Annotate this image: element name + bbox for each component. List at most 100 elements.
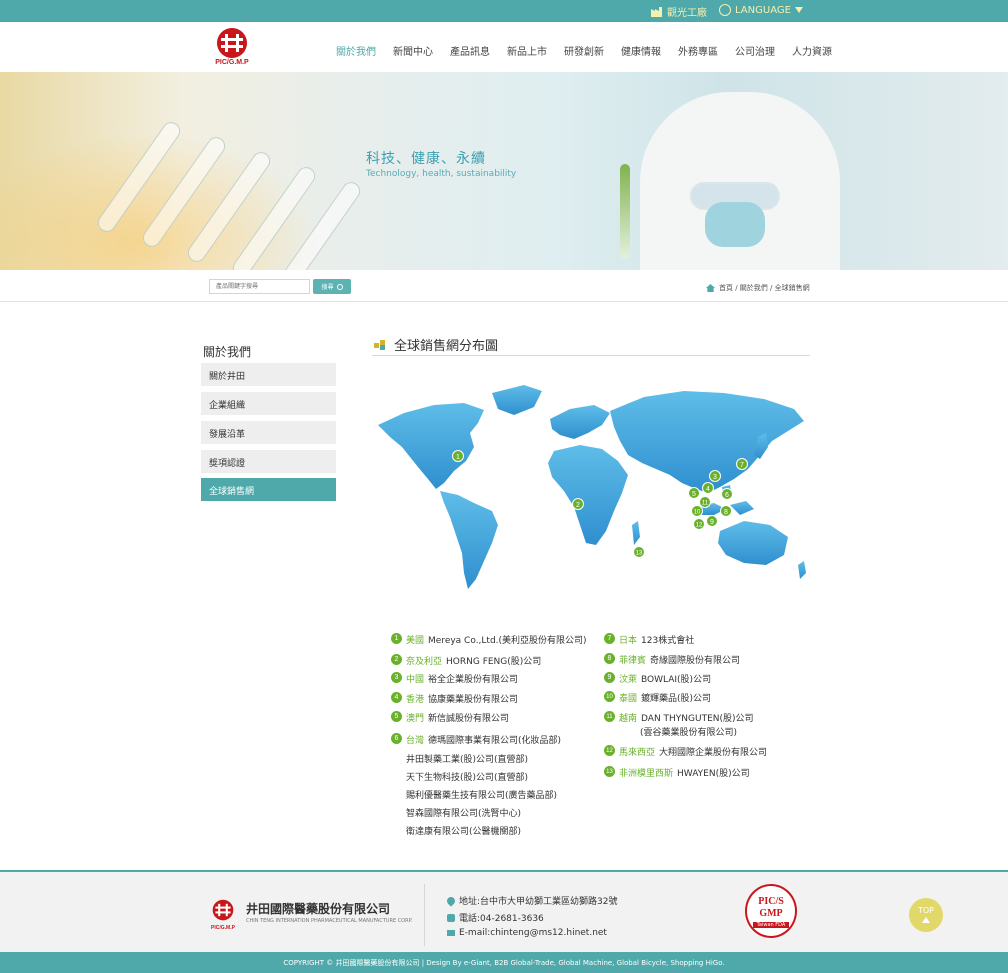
nav-external[interactable]: 外務專區 bbox=[678, 43, 718, 58]
list-number-badge: 7 bbox=[604, 633, 615, 644]
list-number-badge: 12 bbox=[604, 745, 615, 756]
nav-products[interactable]: 產品訊息 bbox=[450, 43, 490, 58]
svg-text:9: 9 bbox=[710, 519, 714, 526]
company-label: Mereya Co.,Ltd.(美利亞股份有限公司) bbox=[428, 636, 587, 646]
nav-rnd[interactable]: 研發創新 bbox=[564, 43, 604, 58]
company-label: 裕全企業股份有限公司 bbox=[428, 675, 519, 685]
map-marker-1[interactable]: 1 bbox=[452, 450, 464, 462]
map-landmasses bbox=[378, 385, 806, 589]
footer-divider bbox=[424, 884, 425, 946]
sidebar-item-awards[interactable]: 獎項認證 bbox=[201, 450, 336, 473]
country-label: 馬來西亞 bbox=[619, 748, 656, 758]
distributor-item: 9 汶萊 BOWLAI(股)公司 bbox=[604, 672, 711, 685]
svg-text:2: 2 bbox=[576, 502, 580, 509]
svg-text:3: 3 bbox=[713, 474, 717, 481]
nav-governance[interactable]: 公司治理 bbox=[735, 43, 775, 58]
map-marker-4[interactable]: 4 bbox=[702, 482, 714, 494]
badge-line-2: GMP bbox=[759, 908, 783, 919]
distributor-item: 4 香港 協康藥業股份有限公司 bbox=[391, 692, 518, 705]
company-label: DAN THYNGUTEN(股)公司 bbox=[641, 714, 754, 724]
tour-factory-link[interactable]: 觀光工廠 bbox=[651, 4, 707, 19]
mail-icon bbox=[447, 930, 455, 936]
map-marker-2[interactable]: 2 bbox=[572, 498, 584, 510]
taiwan-company: 天下生物科技(股)公司(直營部) bbox=[406, 773, 529, 783]
back-to-top-button[interactable]: TOP bbox=[909, 898, 943, 932]
nav-news[interactable]: 新聞中心 bbox=[393, 43, 433, 58]
map-marker-13[interactable]: 13 bbox=[633, 546, 645, 558]
svg-text:5: 5 bbox=[692, 491, 696, 498]
map-marker-10[interactable]: 10 bbox=[691, 505, 703, 517]
company-label: HWAYEN(股)公司 bbox=[677, 769, 750, 779]
list-number-badge: 10 bbox=[604, 691, 615, 702]
mask-image bbox=[705, 202, 765, 247]
footer-address: 地址:台中市大甲幼獅工業區幼獅路32號 bbox=[445, 894, 618, 907]
nav-new-products[interactable]: 新品上市 bbox=[507, 43, 547, 58]
phone-icon bbox=[447, 913, 455, 922]
map-marker-11[interactable]: 11 bbox=[699, 496, 711, 508]
back-to-top-label: TOP bbox=[917, 906, 934, 915]
content-heading: 全球銷售網分布圖 bbox=[374, 335, 498, 354]
map-marker-6[interactable]: 6 bbox=[721, 488, 733, 500]
pics-gmp-badge: PIC/S GMP Taiwan FDA bbox=[745, 884, 797, 938]
list-number-badge: 5 bbox=[391, 711, 402, 722]
map-marker-3[interactable]: 3 bbox=[709, 470, 721, 482]
footer-logo-text: PIC/G.M.P bbox=[211, 925, 235, 931]
svg-text:11: 11 bbox=[702, 501, 709, 507]
page-title: 全球銷售網分布圖 bbox=[394, 339, 499, 354]
country-label: 奈及利亞 bbox=[406, 657, 443, 667]
taiwan-company: 智森國際有限公司(洗腎中心) bbox=[406, 809, 522, 819]
phone-text[interactable]: 電話:04-2681-3636 bbox=[459, 911, 544, 924]
map-marker-7[interactable]: 7 bbox=[736, 458, 748, 470]
footer-logo[interactable]: PIC/G.M.P bbox=[209, 899, 237, 931]
company-label-continued: (雲谷藥業股份有限公司) bbox=[640, 728, 738, 738]
footer-phone: 電話:04-2681-3636 bbox=[447, 911, 544, 924]
list-number-badge: 11 bbox=[604, 711, 615, 722]
list-number-badge: 13 bbox=[604, 766, 615, 777]
country-label: 越南 bbox=[619, 714, 638, 724]
list-number-badge: 3 bbox=[391, 672, 402, 683]
distributor-item: 12 馬來西亞 大翔國際企業股份有限公司 bbox=[604, 745, 767, 758]
sidebar-item-global-sales[interactable]: 全球銷售網 bbox=[201, 478, 336, 501]
email-text[interactable]: E-mail:chinteng@ms12.hinet.net bbox=[459, 928, 607, 938]
distributor-item: 11 越南 DAN THYNGUTEN(股)公司 bbox=[604, 711, 754, 724]
sidebar-item-about[interactable]: 關於井田 bbox=[201, 363, 336, 386]
company-label: HORNG FENG(股)公司 bbox=[446, 657, 542, 667]
copyright-bar: COPYRIGHT © 井田國際醫藥股份有限公司 | Design By e-G… bbox=[0, 952, 1008, 973]
map-marker-5[interactable]: 5 bbox=[688, 487, 700, 499]
home-icon[interactable] bbox=[706, 284, 715, 292]
list-number-badge: 6 bbox=[391, 733, 402, 744]
breadcrumb-text[interactable]: 首頁 / 關於我們 / 全球銷售網 bbox=[719, 283, 810, 293]
taiwan-company: 賜利優醫藥生技有限公司(廣告藥品部) bbox=[406, 791, 558, 801]
taiwan-company: 井田製藥工業(股)公司(直營部) bbox=[406, 755, 529, 765]
country-label: 台灣 bbox=[406, 736, 425, 746]
search-row: 搜尋 首頁 / 關於我們 / 全球銷售網 bbox=[0, 270, 1008, 302]
company-label: BOWLAI(股)公司 bbox=[641, 675, 712, 685]
nav-hr[interactable]: 人力資源 bbox=[792, 43, 832, 58]
sidebar-item-organization[interactable]: 企業組織 bbox=[201, 392, 336, 415]
arrow-up-icon bbox=[922, 917, 930, 923]
country-label: 汶萊 bbox=[619, 675, 638, 685]
nav-about[interactable]: 關於我們 bbox=[336, 43, 376, 58]
world-map: 1 2 3 4 5 6 7 8 9 10 11 12 13 bbox=[378, 385, 806, 589]
svg-text:13: 13 bbox=[636, 551, 643, 557]
nav-health[interactable]: 健康情報 bbox=[621, 43, 661, 58]
sidebar-item-history[interactable]: 發展沿革 bbox=[201, 421, 336, 444]
map-marker-12[interactable]: 12 bbox=[693, 518, 705, 530]
list-number-badge: 9 bbox=[604, 672, 615, 683]
map-marker-9[interactable]: 9 bbox=[706, 515, 718, 527]
footer-company-name: 井田國際醫藥股份有限公司 bbox=[246, 902, 391, 916]
footer-company-name-en: CHIN TENG INTERNATION PHARMACEUTICAL MAN… bbox=[246, 918, 413, 924]
search-button-label: 搜尋 bbox=[321, 284, 334, 291]
search-button[interactable]: 搜尋 bbox=[313, 279, 351, 294]
country-label: 泰國 bbox=[619, 694, 638, 704]
site-logo[interactable]: PIC/G.M.P bbox=[212, 27, 252, 71]
tour-factory-label: 觀光工廠 bbox=[667, 8, 707, 19]
language-selector[interactable]: LANGUAGE bbox=[719, 4, 803, 16]
taiwan-company: 衛達康有限公司(公醫機關部) bbox=[406, 827, 522, 837]
distributor-item: 13 非洲模里西斯 HWAYEN(股)公司 bbox=[604, 766, 750, 779]
map-marker-8[interactable]: 8 bbox=[720, 505, 732, 517]
sidebar-title: 關於我們 bbox=[203, 345, 252, 359]
country-label: 美國 bbox=[406, 636, 425, 646]
search-input[interactable] bbox=[209, 279, 310, 294]
list-number-badge: 2 bbox=[391, 654, 402, 665]
